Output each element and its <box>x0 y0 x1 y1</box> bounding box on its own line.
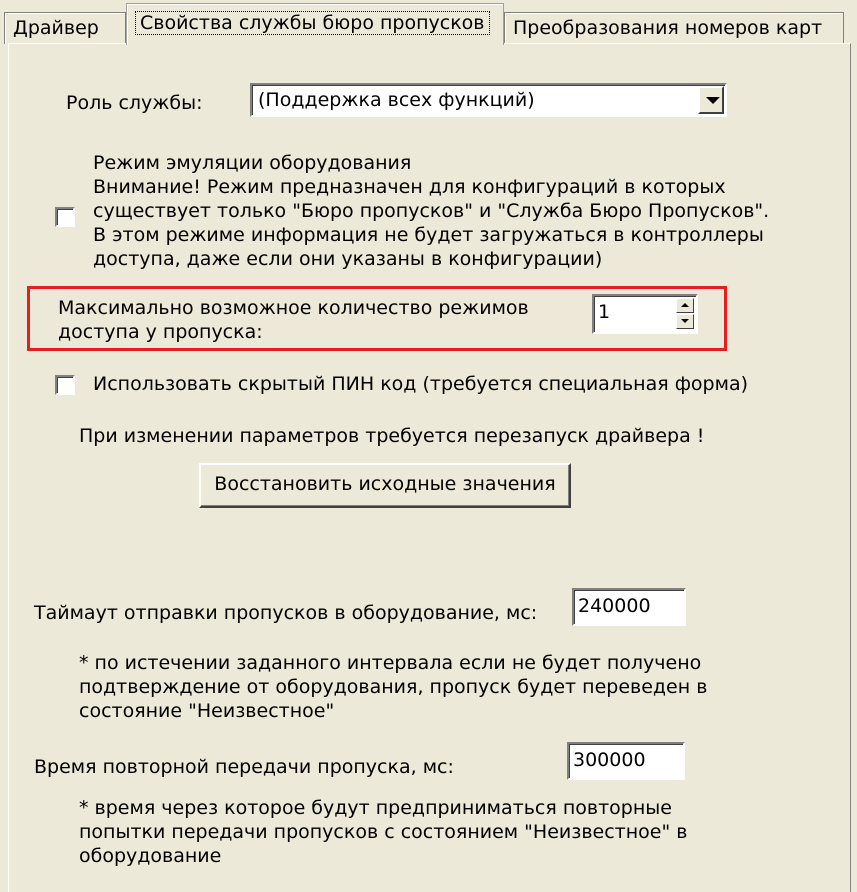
role-select-value: (Поддержка всех функций) <box>258 89 535 111</box>
emulation-line: доступа, даже если они указаны в конфигу… <box>93 248 603 270</box>
max-modes-label-line: Максимально возможное количество режимов <box>58 297 529 319</box>
tab-pass-bureau-service[interactable]: Свойства службы бюро пропусков <box>126 3 504 45</box>
restore-defaults-button[interactable]: Восстановить исходные значения <box>199 463 571 508</box>
timeout-label: Таймаут отправки пропусков в оборудовани… <box>34 602 538 624</box>
timeout-note-line: подтверждение от оборудования, пропуск б… <box>79 676 708 698</box>
timeout-note-line: * по истечении заданного интервала если … <box>79 652 702 674</box>
retry-note-line: попытки передачи пропусков с состоянием … <box>79 821 688 843</box>
hidden-pin-label: Использовать скрытый ПИН код (требуется … <box>93 373 749 395</box>
retry-note-line: * время через которое будут предпринимат… <box>79 797 672 819</box>
emulation-mode-text: Режим эмуляции оборудования Внимание! Ре… <box>93 151 769 271</box>
emulation-line: существует только "Бюро пропусков" и "Сл… <box>93 200 770 222</box>
max-modes-value: 1 <box>598 301 611 323</box>
hidden-pin-checkbox[interactable] <box>55 375 75 395</box>
retry-note: * время через которое будут предпринимат… <box>79 796 687 868</box>
tab-card-number-conversion-label: Преобразования номеров карт <box>513 17 823 39</box>
retry-label: Время повторной передачи пропуска, мс: <box>34 756 454 778</box>
max-modes-spinner[interactable]: 1 <box>592 294 698 334</box>
timeout-note-line: состояние "Неизвестное" <box>79 700 335 722</box>
emulation-line: В этом режиме информация не будет загруж… <box>93 224 764 246</box>
role-label: Роль службы: <box>66 92 203 114</box>
spin-down-icon[interactable] <box>676 314 694 329</box>
timeout-input[interactable]: 240000 <box>572 588 686 626</box>
tab-driver-label: Драйвер <box>13 17 99 39</box>
spin-up-icon[interactable] <box>676 298 694 313</box>
retry-note-line: оборудование <box>79 845 222 867</box>
tab-pass-bureau-service-label: Свойства службы бюро пропусков <box>135 11 490 35</box>
max-modes-label: Максимально возможное количество режимов… <box>58 296 529 344</box>
chevron-down-icon[interactable] <box>698 86 724 114</box>
role-select[interactable]: (Поддержка всех функций) <box>250 83 727 117</box>
tab-driver[interactable]: Драйвер <box>4 12 126 44</box>
tab-card-number-conversion[interactable]: Преобразования номеров карт <box>504 12 844 44</box>
restart-note: При изменении параметров требуется перез… <box>79 425 705 447</box>
retry-input[interactable]: 300000 <box>567 742 685 780</box>
emulation-line: Режим эмуляции оборудования <box>93 152 412 174</box>
timeout-note: * по истечении заданного интервала если … <box>79 651 707 723</box>
emulation-mode-checkbox[interactable] <box>55 207 75 227</box>
max-modes-label-line: доступа у пропуска: <box>58 321 263 343</box>
emulation-line: Внимание! Режим предназначен для конфигу… <box>93 176 726 198</box>
